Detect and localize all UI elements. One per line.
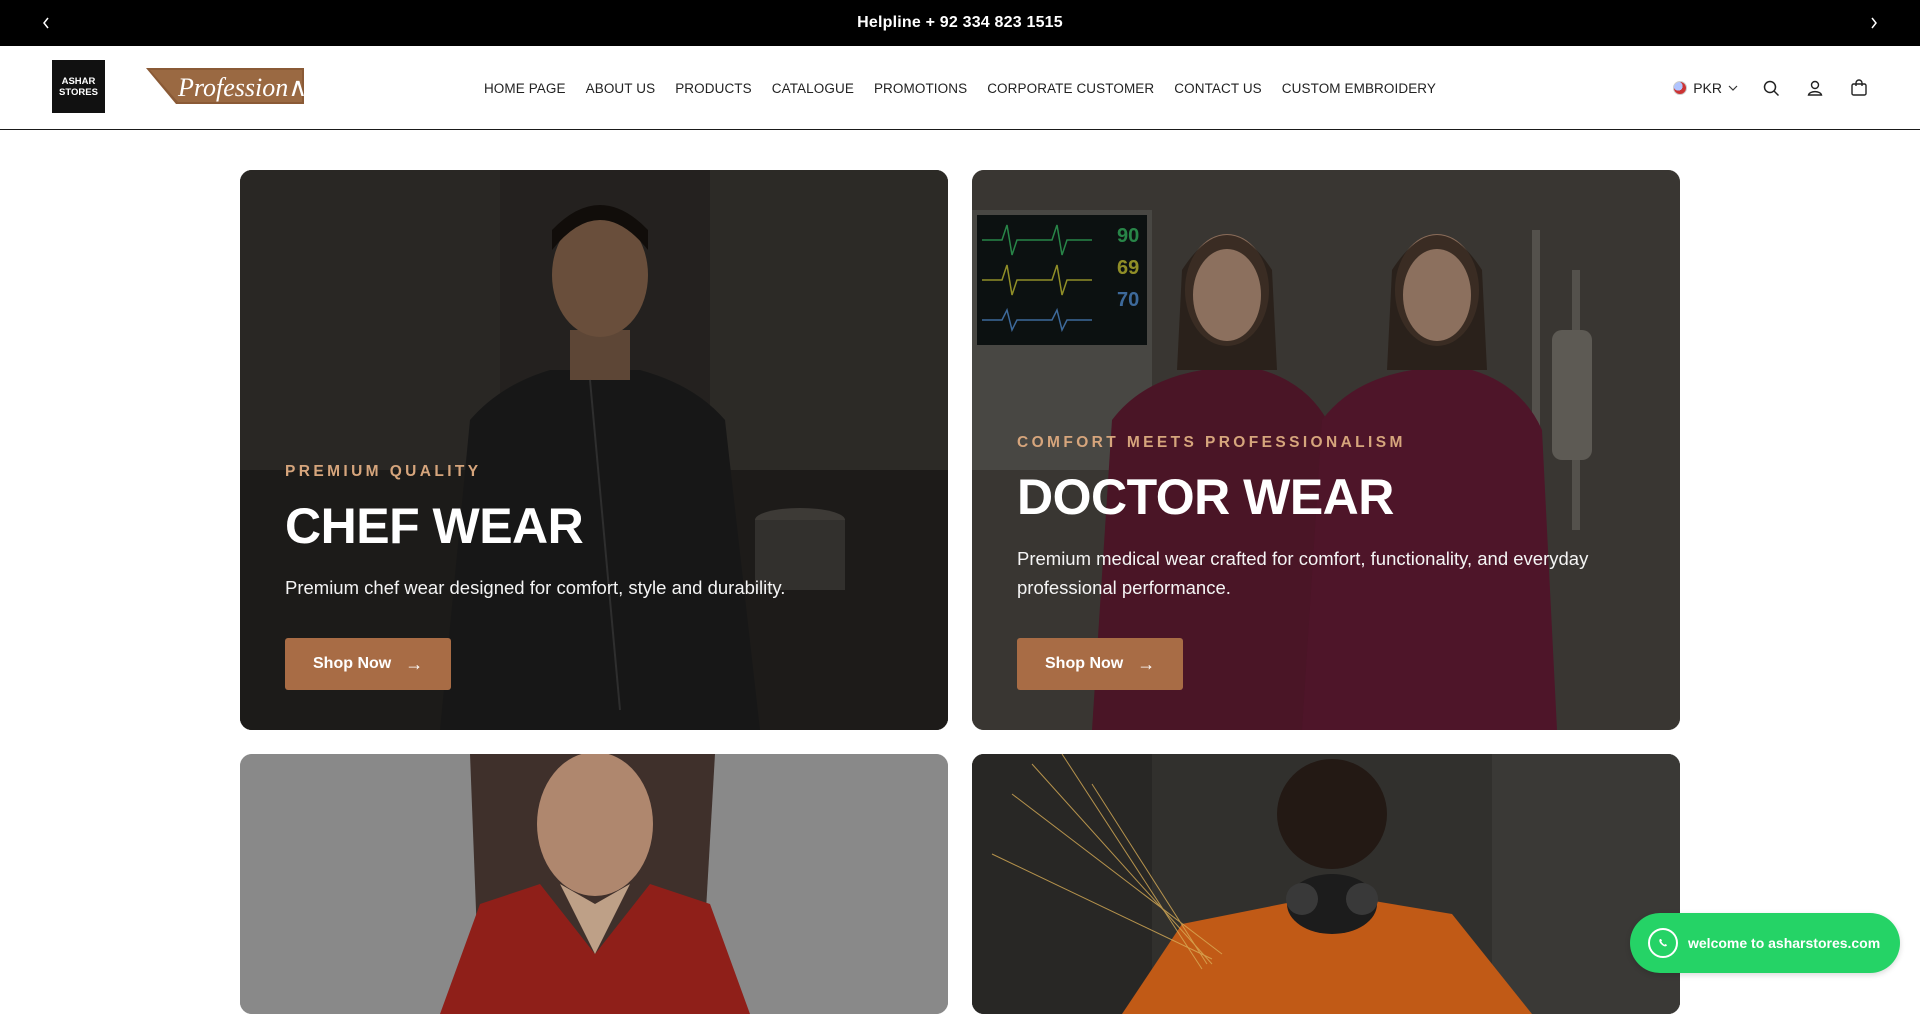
shop-now-label: Shop Now [1045,655,1124,672]
cart-icon[interactable] [1848,77,1870,99]
site-header: ASHAR STORES Profession∧l HOME PAGE ABOU… [0,46,1920,130]
doctor-wear-description: Premium medical wear crafted for comfort… [1017,548,1589,598]
uniform-banner[interactable] [240,754,948,1014]
arrow-right-icon: → [1137,653,1156,674]
doctor-wear-shop-now-button[interactable]: Shop Now → [1017,638,1184,690]
nav-home-page[interactable]: HOME PAGE [484,81,566,96]
logo-line-2: STORES [59,86,98,98]
helpline-text: Helpline + 92 334 823 1515 [857,14,1063,31]
chef-wear-eyebrow: PREMIUM QUALITY [285,463,482,480]
professional-brand-logo[interactable]: Profession∧l [146,68,315,106]
doctor-wear-title: DOCTOR WEAR [1017,469,1394,525]
announcement-bar: Helpline + 92 334 823 1515 [0,0,1920,46]
whatsapp-label: welcome to asharstores.com [1688,935,1881,951]
search-icon[interactable] [1760,77,1782,99]
chevron-down-icon [1728,85,1738,91]
chef-wear-description: Premium chef wear designed for comfort, … [285,577,786,598]
currency-selector[interactable]: PKR [1673,80,1738,96]
nav-contact-us[interactable]: CONTACT US [1174,81,1262,96]
uniform-overlay [240,754,948,1014]
nav-products[interactable]: PRODUCTS [675,81,752,96]
account-icon[interactable] [1804,77,1826,99]
ashar-stores-logo[interactable]: ASHAR STORES [52,60,105,113]
whatsapp-icon [1648,928,1678,958]
doctor-wear-eyebrow: COMFORT MEETS PROFESSIONALISM [1017,434,1406,451]
doctor-wear-content: COMFORT MEETS PROFESSIONALISM DOCTOR WEA… [1017,434,1640,690]
flag-icon [1673,81,1688,95]
chef-wear-banner[interactable]: PREMIUM QUALITY CHEF WEAR Premium chef w… [240,170,948,730]
workwear-banner[interactable] [972,754,1680,1014]
chevron-right-icon[interactable] [1854,0,1894,46]
nav-about-us[interactable]: ABOUT US [586,81,656,96]
nav-promotions[interactable]: PROMOTIONS [874,81,967,96]
nav-corporate-customer[interactable]: CORPORATE CUSTOMER [987,81,1154,96]
brand-text: Profession∧l [178,73,315,102]
nav-custom-embroidery[interactable]: CUSTOM EMBROIDERY [1282,81,1436,96]
nav-catalogue[interactable]: CATALOGUE [772,81,854,96]
logo-line-1: ASHAR [61,75,96,87]
whatsapp-chat-button[interactable]: welcome to asharstores.com [1630,913,1900,973]
chef-wear-content: PREMIUM QUALITY CHEF WEAR Premium chef w… [285,463,908,690]
header-utilities: PKR [1673,46,1870,130]
doctor-wear-banner[interactable]: 90 69 70 COMFORT MEETS PROFESSIONALISM D… [972,170,1680,730]
arrow-right-icon: → [405,653,424,674]
shop-now-label: Shop Now [313,655,392,672]
chevron-left-icon[interactable] [26,0,66,46]
chef-wear-title: CHEF WEAR [285,498,584,554]
workwear-overlay [972,754,1680,1014]
chef-wear-shop-now-button[interactable]: Shop Now → [285,638,452,690]
currency-label: PKR [1693,80,1722,96]
